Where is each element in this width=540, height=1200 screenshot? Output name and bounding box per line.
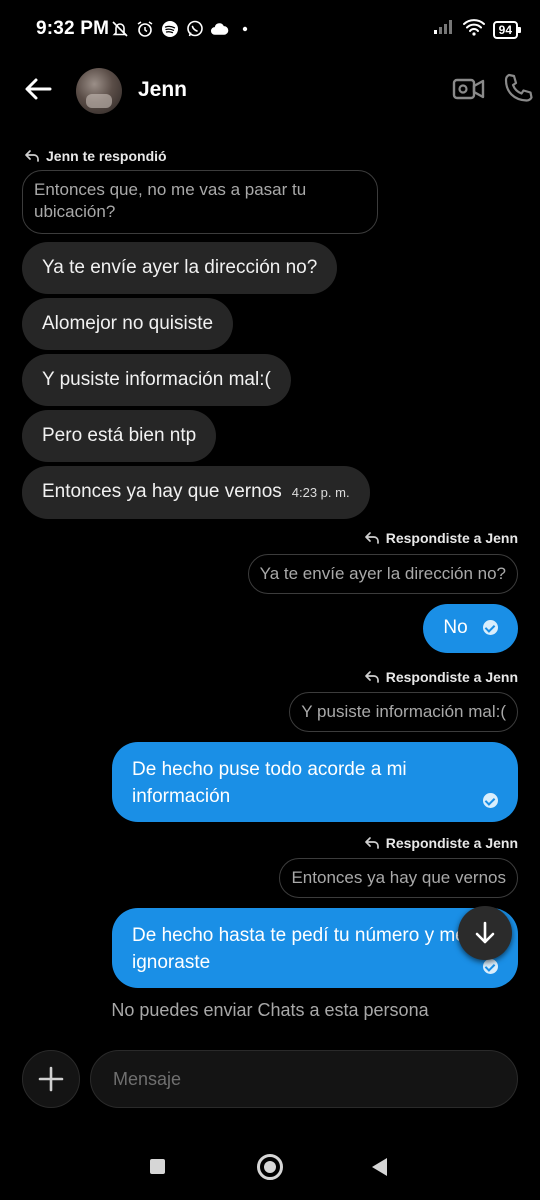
status-time: 9:32 PM bbox=[36, 18, 110, 39]
reply-indicator: Respondiste a Jenn bbox=[364, 669, 518, 685]
quoted-message[interactable]: Y pusiste información mal:( bbox=[289, 692, 518, 732]
read-check-icon bbox=[483, 793, 498, 808]
quoted-message[interactable]: Entonces ya hay que vernos bbox=[279, 858, 518, 898]
spotify-icon bbox=[160, 19, 179, 38]
notification-icons bbox=[110, 19, 254, 38]
more-dot-icon bbox=[235, 19, 254, 38]
reply-label-text: Respondiste a Jenn bbox=[385, 530, 518, 546]
reply-indicator: Respondiste a Jenn bbox=[364, 835, 518, 851]
voice-call-button[interactable] bbox=[502, 72, 534, 106]
message-text: De hecho hasta te pedí tu número y me ig… bbox=[132, 925, 466, 973]
reply-arrow-icon bbox=[364, 671, 379, 683]
read-check-icon bbox=[483, 620, 498, 636]
chat-header: Jenn bbox=[0, 62, 540, 118]
arrow-down-icon bbox=[475, 921, 495, 944]
whatsapp-icon bbox=[185, 19, 204, 38]
recent-apps-button[interactable] bbox=[150, 1159, 165, 1174]
quoted-message[interactable]: Ya te envíe ayer la dirección no? bbox=[247, 554, 518, 594]
incoming-message[interactable]: Alomejor no quisiste bbox=[22, 298, 234, 350]
system-navigation-bar bbox=[0, 1140, 540, 1200]
message-text: Entonces ya hay que vernos bbox=[42, 481, 282, 502]
message-text: No bbox=[443, 617, 468, 638]
alarm-icon bbox=[135, 19, 154, 38]
reply-arrow-icon bbox=[364, 837, 379, 849]
cannot-send-notice: No puedes enviar Chats a esta persona bbox=[111, 1000, 429, 1020]
plus-icon bbox=[38, 1066, 64, 1092]
cloud-icon bbox=[210, 19, 229, 38]
wifi-icon bbox=[462, 18, 485, 41]
scroll-to-bottom-button[interactable] bbox=[458, 906, 512, 960]
read-check-icon bbox=[483, 959, 498, 974]
home-button[interactable] bbox=[257, 1154, 283, 1180]
system-back-button[interactable] bbox=[372, 1158, 387, 1176]
incoming-message[interactable]: Entonces ya hay que vernos 4:23 p. m. bbox=[22, 466, 370, 519]
incoming-message[interactable]: Pero está bien ntp bbox=[22, 410, 217, 462]
reply-indicator: Jenn te respondió bbox=[24, 148, 167, 164]
message-text: Ya te envíe ayer la dirección no? bbox=[42, 257, 318, 278]
status-bar: 9:32 PM 94 bbox=[0, 0, 540, 60]
outgoing-message[interactable]: De hecho hasta te pedí tu número y me ig… bbox=[112, 908, 518, 988]
message-timestamp: 4:23 p. m. bbox=[291, 485, 350, 500]
message-input[interactable] bbox=[90, 1050, 518, 1108]
outgoing-message[interactable]: De hecho puse todo acorde a mi informaci… bbox=[112, 742, 518, 822]
signal-icon bbox=[433, 19, 455, 40]
reply-label-text: Respondiste a Jenn bbox=[385, 835, 518, 851]
mute-bell-icon bbox=[110, 19, 129, 38]
incoming-message[interactable]: Y pusiste información mal:( bbox=[22, 354, 291, 406]
incoming-message[interactable]: Ya te envíe ayer la dirección no? bbox=[22, 242, 338, 294]
message-thread[interactable]: Jenn te respondió Entonces que, no me va… bbox=[0, 140, 540, 1040]
battery-indicator: 94 bbox=[492, 20, 522, 39]
message-text: De hecho puse todo acorde a mi informaci… bbox=[132, 759, 407, 807]
back-button[interactable] bbox=[22, 74, 56, 104]
reply-label-text: Jenn te respondió bbox=[46, 148, 167, 164]
system-icons: 94 bbox=[433, 18, 522, 41]
video-call-button[interactable] bbox=[452, 74, 486, 104]
arrow-left-icon bbox=[25, 78, 52, 100]
reply-arrow-icon bbox=[364, 532, 379, 544]
phone-icon bbox=[504, 73, 533, 102]
avatar[interactable] bbox=[76, 68, 122, 114]
reply-arrow-icon bbox=[25, 150, 39, 162]
message-text: Pero está bien ntp bbox=[42, 425, 197, 446]
outgoing-message[interactable]: No bbox=[423, 604, 518, 653]
message-text: Y pusiste información mal:( bbox=[42, 369, 271, 390]
reply-indicator: Respondiste a Jenn bbox=[364, 530, 518, 546]
message-text: Alomejor no quisiste bbox=[42, 313, 214, 334]
add-attachment-button[interactable] bbox=[22, 1050, 80, 1108]
contact-name[interactable]: Jenn bbox=[138, 78, 187, 102]
video-camera-icon bbox=[452, 78, 485, 100]
quoted-message[interactable]: Entonces que, no me vas a pasar tu ubica… bbox=[22, 170, 378, 234]
reply-label-text: Respondiste a Jenn bbox=[385, 669, 518, 685]
